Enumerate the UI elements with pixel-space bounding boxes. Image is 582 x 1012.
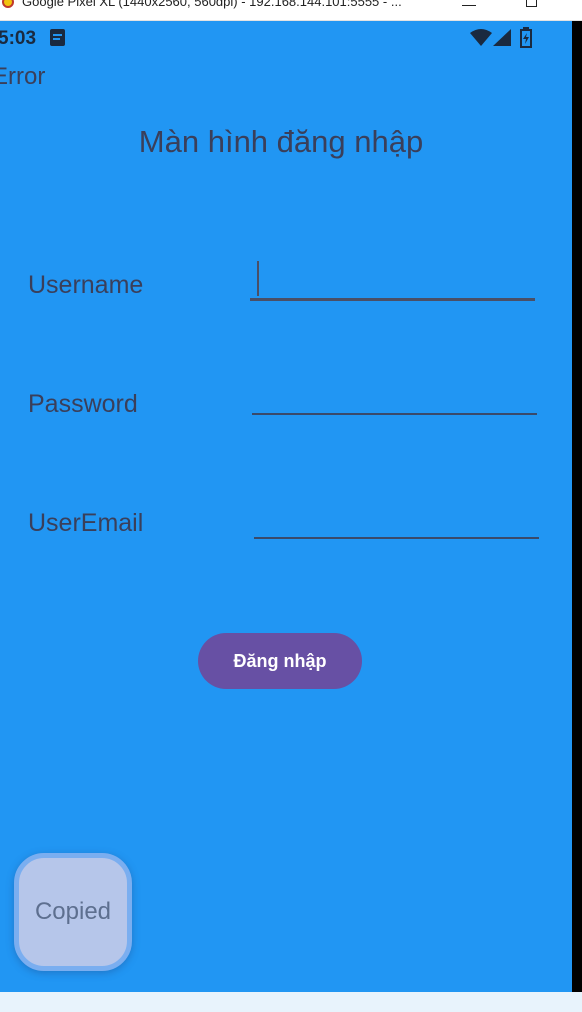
email-input[interactable] (256, 505, 536, 535)
password-label: Password (28, 390, 138, 418)
window-title: Google Pixel XL (1440x2560, 560dpi) - 19… (22, 0, 402, 9)
wifi-icon (470, 29, 492, 46)
password-underline (252, 413, 537, 415)
bottom-strip (0, 992, 582, 1012)
username-label: Username (28, 271, 144, 299)
app-window-icon (2, 0, 14, 8)
text-cursor (257, 261, 259, 296)
minimize-icon[interactable] (462, 0, 476, 6)
device-frame: 5:03 Error Màn hình đăng nhập Username P… (0, 21, 582, 992)
username-underline (250, 298, 535, 301)
status-time: 5:03 (0, 28, 37, 49)
signal-icon (493, 29, 511, 46)
page-title: Màn hình đăng nhập (138, 124, 424, 159)
error-label: Error (0, 63, 46, 90)
notification-icon (50, 29, 65, 46)
email-label: UserEmail (28, 509, 144, 537)
copied-toast: Copied (14, 853, 132, 971)
maximize-icon[interactable] (526, 0, 537, 7)
email-underline (254, 537, 539, 539)
username-input[interactable] (262, 264, 532, 296)
battery-charging-icon (520, 27, 532, 48)
password-input[interactable] (254, 381, 534, 411)
login-button[interactable]: Đăng nhập (198, 633, 362, 689)
window-titlebar: Google Pixel XL (1440x2560, 560dpi) - 19… (0, 0, 582, 21)
phone-screen: 5:03 Error Màn hình đăng nhập Username P… (0, 21, 572, 992)
